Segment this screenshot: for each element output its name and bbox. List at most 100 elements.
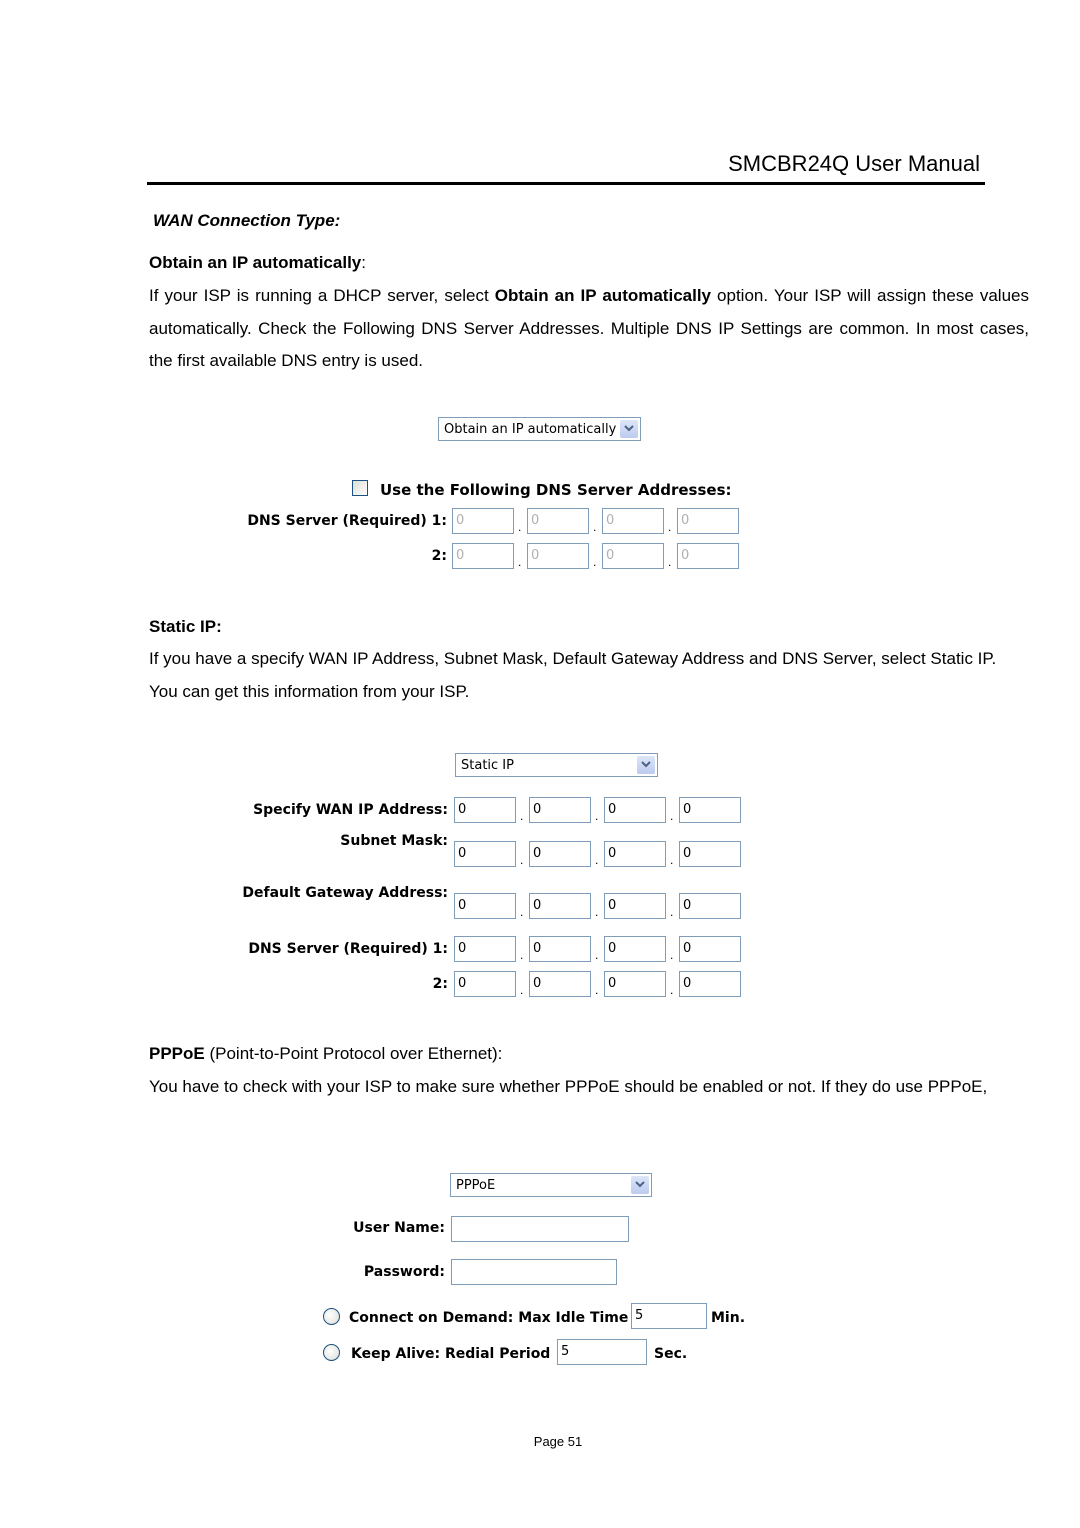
obtain-para-bold: Obtain an IP automatically — [494, 286, 711, 305]
obtain-dns1-label: DNS Server (Required) 1: — [247, 513, 447, 529]
octet-separator: . — [593, 555, 597, 569]
ip-octet-value: 0 — [531, 548, 540, 563]
ip-octet-input[interactable]: 0 — [454, 971, 516, 997]
ip-octet-input[interactable]: 0 — [602, 508, 664, 534]
static-heading: Static IP: — [149, 617, 222, 636]
octet-separator: . — [520, 948, 524, 962]
ip-octet-input[interactable]: 0 — [679, 841, 741, 867]
max-idle-time-input[interactable]: 5 — [631, 1303, 707, 1329]
section-title: WAN Connection Type: — [153, 211, 341, 230]
user-name-input[interactable] — [451, 1216, 629, 1242]
ip-octet-value: 0 — [608, 976, 617, 991]
select-value: PPPoE — [456, 1178, 496, 1193]
ip-octet-input[interactable]: 0 — [679, 797, 741, 823]
ip-octet-value: 0 — [608, 898, 617, 913]
ip-octet-value: 0 — [456, 513, 465, 528]
keep-alive-radio[interactable] — [323, 1344, 340, 1361]
ip-octet-input[interactable]: 0 — [527, 543, 589, 569]
pppoe-heading: PPPoE (Point-to-Point Protocol over Ethe… — [149, 1044, 502, 1064]
ip-octet-input[interactable]: 0 — [679, 971, 741, 997]
octet-separator: . — [670, 905, 674, 919]
ip-octet-value: 0 — [533, 941, 542, 956]
redial-period-input[interactable]: 5 — [557, 1339, 647, 1365]
ip-octet-input[interactable]: 0 — [454, 797, 516, 823]
octet-separator: . — [520, 853, 524, 867]
ip-octet-input[interactable]: 0 — [529, 971, 591, 997]
octet-separator: . — [670, 983, 674, 997]
sec-unit-label: Sec. — [654, 1346, 688, 1362]
connection-type-select-static[interactable]: Static IP — [455, 753, 658, 777]
octet-separator: . — [595, 905, 599, 919]
ip-octet-value: 0 — [683, 898, 692, 913]
ip-octet-input[interactable]: 0 — [454, 841, 516, 867]
octet-separator: . — [520, 905, 524, 919]
ip-octet-input[interactable]: 0 — [452, 543, 514, 569]
ip-octet-input[interactable]: 0 — [677, 543, 739, 569]
ip-octet-input[interactable]: 0 — [679, 893, 741, 919]
select-value: Static IP — [461, 758, 514, 773]
ip-octet-input[interactable]: 0 — [604, 797, 666, 823]
redial-period-value: 5 — [561, 1344, 570, 1359]
ip-octet-input[interactable]: 0 — [604, 841, 666, 867]
ip-octet-value: 0 — [681, 513, 690, 528]
octet-separator: . — [668, 520, 672, 534]
octet-separator: . — [518, 555, 522, 569]
connection-type-select-pppoe[interactable]: PPPoE — [450, 1173, 652, 1197]
ip-octet-input[interactable]: 0 — [529, 936, 591, 962]
connect-on-demand-radio[interactable] — [323, 1308, 340, 1325]
octet-separator: . — [593, 520, 597, 534]
octet-separator: . — [595, 948, 599, 962]
password-input[interactable] — [451, 1259, 617, 1285]
ip-octet-input[interactable]: 0 — [604, 893, 666, 919]
user-name-label: User Name: — [353, 1220, 445, 1236]
use-dns-checkbox[interactable] — [352, 480, 368, 496]
ip-octet-value: 0 — [608, 846, 617, 861]
ip-octet-input[interactable]: 0 — [679, 936, 741, 962]
ip-octet-input[interactable]: 0 — [677, 508, 739, 534]
obtain-paragraph: If your ISP is running a DHCP server, se… — [149, 280, 1029, 378]
connection-type-select-obtain[interactable]: Obtain an IP automatically — [438, 417, 641, 441]
use-dns-label: Use the Following DNS Server Addresses: — [380, 481, 732, 499]
ip-octet-value: 0 — [458, 976, 467, 991]
ip-octet-input[interactable]: 0 — [529, 841, 591, 867]
ip-octet-value: 0 — [458, 846, 467, 861]
ip-octet-input[interactable]: 0 — [529, 797, 591, 823]
min-unit-label: Min. — [711, 1310, 746, 1326]
ip-octet-input[interactable]: 0 — [529, 893, 591, 919]
ip-octet-value: 0 — [533, 846, 542, 861]
chevron-down-icon[interactable] — [620, 420, 638, 438]
ip-octet-input[interactable]: 0 — [452, 508, 514, 534]
ip-octet-input[interactable]: 0 — [527, 508, 589, 534]
ip-octet-value: 0 — [608, 802, 617, 817]
ip-octet-value: 0 — [533, 898, 542, 913]
chevron-down-icon[interactable] — [631, 1176, 649, 1194]
octet-separator: . — [670, 853, 674, 867]
ip-octet-input[interactable]: 0 — [454, 893, 516, 919]
octet-separator: . — [520, 983, 524, 997]
gateway-label: Default Gateway Address: — [242, 885, 448, 901]
obtain-heading-text: Obtain an IP automatically — [149, 253, 362, 272]
static-dns1-label: DNS Server (Required) 1: — [248, 941, 448, 957]
ip-octet-input[interactable]: 0 — [604, 936, 666, 962]
ip-octet-value: 0 — [533, 976, 542, 991]
ip-octet-value: 0 — [458, 898, 467, 913]
octet-separator: . — [518, 520, 522, 534]
password-label: Password: — [363, 1264, 445, 1280]
ip-octet-input[interactable]: 0 — [604, 971, 666, 997]
obtain-para-text-1: If your ISP is running a DHCP server, se… — [149, 286, 495, 305]
keep-alive-label: Keep Alive: Redial Period — [351, 1346, 551, 1362]
wan-ip-label: Specify WAN IP Address: — [253, 802, 448, 818]
ip-octet-value: 0 — [608, 941, 617, 956]
pppoe-paragraph: You have to check with your ISP to make … — [149, 1077, 988, 1096]
ip-octet-input[interactable]: 0 — [602, 543, 664, 569]
chevron-down-icon[interactable] — [637, 756, 655, 774]
ip-octet-value: 0 — [533, 802, 542, 817]
ip-octet-input[interactable]: 0 — [454, 936, 516, 962]
ip-octet-value: 0 — [606, 513, 615, 528]
ip-octet-value: 0 — [683, 846, 692, 861]
pppoe-heading-bold: PPPoE — [149, 1044, 205, 1063]
static-paragraph: If you have a specify WAN IP Address, Su… — [149, 649, 997, 701]
ip-octet-value: 0 — [683, 941, 692, 956]
max-idle-time-value: 5 — [635, 1308, 644, 1323]
header-rule — [147, 182, 985, 185]
